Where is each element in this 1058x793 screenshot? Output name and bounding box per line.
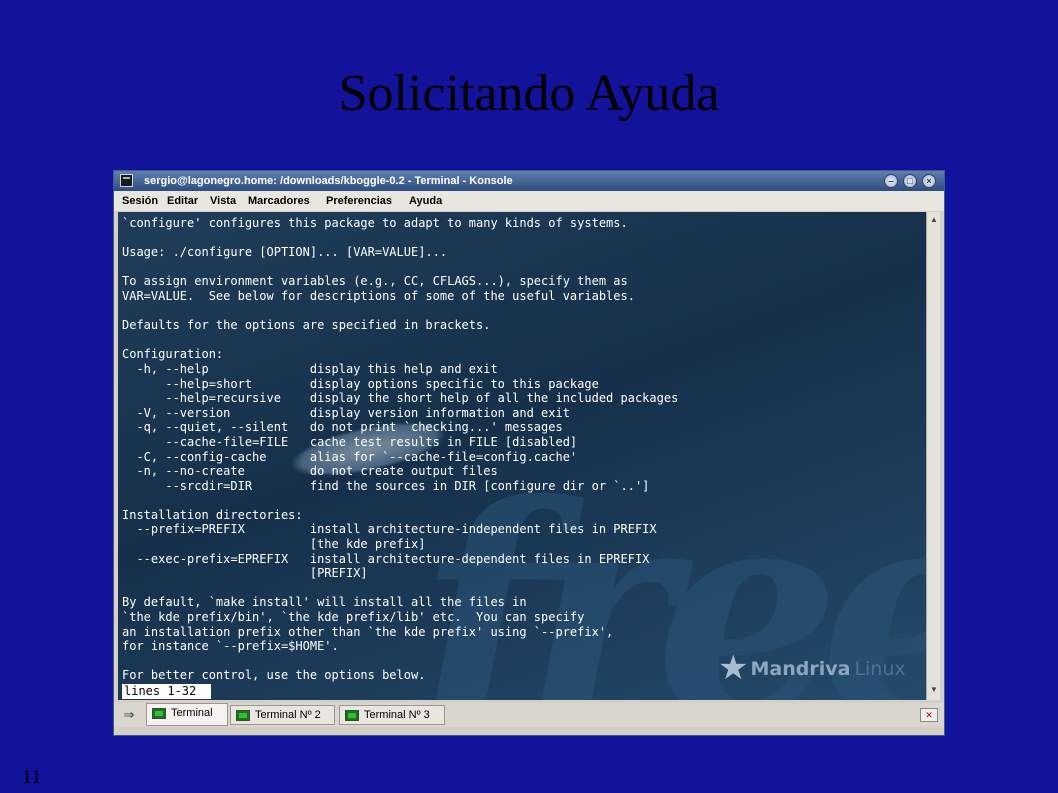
terminal-line: an installation prefix other than `the k… (122, 624, 614, 639)
terminal-line: Defaults for the options are specified i… (122, 318, 491, 333)
tab-label: Terminal Nº 3 (364, 709, 430, 721)
slide-title: Solicitando Ayuda (338, 65, 720, 122)
tab-terminal-2[interactable]: Terminal Nº 2 (230, 705, 335, 725)
terminal-line: `configure' configures this package to a… (122, 216, 628, 230)
terminal-line: Configuration: (122, 347, 224, 362)
mandriva-star-icon: ★ (718, 648, 749, 688)
menu-vista[interactable]: Vista (210, 191, 236, 211)
pager-status: lines 1-32 (122, 684, 211, 699)
tab-terminal-3[interactable]: Terminal Nº 3 (339, 705, 445, 725)
tab-label: Terminal (171, 707, 213, 719)
terminal-scrollbar[interactable]: ▲ ▼ (926, 212, 940, 700)
mandriva-logo: ★ Mandriva Linux (718, 644, 906, 688)
terminal-line: --exec-prefix=EPREFIX install architectu… (122, 551, 650, 566)
terminal-line: For better control, use the options belo… (122, 668, 426, 683)
mandriva-brand: Mandriva (750, 658, 851, 680)
terminal-line: [the kde prefix] (122, 537, 426, 552)
terminal-line: Usage: ./configure [OPTION]... [VAR=VALU… (122, 245, 448, 260)
konsole-window: sergio@lagonegro.home: /downloads/kboggl… (113, 170, 945, 736)
terminal-line: To assign environment variables (e.g., C… (122, 274, 628, 289)
window-title: sergio@lagonegro.home: /downloads/kboggl… (144, 175, 513, 187)
terminal-line: -q, --quiet, --silent do not print `chec… (122, 420, 563, 435)
maximize-button[interactable]: □ (903, 174, 917, 188)
slide-number: 11 (22, 766, 42, 788)
terminal-line: By default, `make install' will install … (122, 595, 527, 610)
terminal-line: -V, --version display version informatio… (122, 405, 570, 420)
terminal-line: --help=short display options specific to… (122, 376, 599, 391)
tab-bar: ⇒ Terminal Terminal Nº 2 Terminal Nº 3 ✕ (114, 703, 944, 727)
scroll-up-icon[interactable]: ▲ (928, 214, 940, 226)
terminal-icon (152, 708, 166, 719)
terminal-line: [PREFIX] (122, 566, 368, 581)
terminal-line: --prefix=PREFIX install architecture-ind… (122, 522, 657, 537)
terminal-line: VAR=VALUE. See below for descriptions of… (122, 288, 635, 303)
mandriva-linux: Linux (854, 658, 906, 680)
minimize-button[interactable]: – (884, 174, 898, 188)
terminal-line: Installation directories: (122, 507, 303, 522)
terminal-icon (236, 710, 250, 721)
scroll-down-icon[interactable]: ▼ (928, 684, 940, 696)
terminal-area[interactable]: free ★MandrivaLinux `configure' configur… (118, 212, 926, 700)
konsole-app-icon[interactable] (120, 174, 133, 187)
terminal-line: -C, --config-cache alias for `--cache-fi… (122, 449, 578, 464)
menu-marcadores[interactable]: Marcadores (248, 191, 310, 211)
menu-editar[interactable]: Editar (167, 191, 198, 211)
terminal-output: `configure' configures this package to a… (122, 216, 678, 683)
terminal-line: --srcdir=DIR find the sources in DIR [co… (122, 478, 650, 493)
new-tab-icon[interactable]: ⇒ (118, 707, 140, 723)
window-titlebar[interactable]: sergio@lagonegro.home: /downloads/kboggl… (114, 171, 944, 191)
terminal-icon (345, 710, 359, 721)
tab-terminal-1[interactable]: Terminal (146, 703, 228, 726)
terminal-line: -h, --help display this help and exit (122, 361, 498, 376)
terminal-line: `the kde prefix/bin', `the kde prefix/li… (122, 610, 585, 625)
menu-sesion[interactable]: Sesión (122, 191, 158, 211)
terminal-line: -n, --no-create do not create output fil… (122, 464, 498, 479)
close-button[interactable]: × (922, 174, 936, 188)
menubar: Sesión Editar Vista Marcadores Preferenc… (114, 191, 944, 211)
menu-preferencias[interactable]: Preferencias (326, 191, 392, 211)
tab-label: Terminal Nº 2 (255, 709, 321, 721)
terminal-line: --help=recursive display the short help … (122, 391, 679, 406)
terminal-line: --cache-file=FILE cache test results in … (122, 434, 578, 449)
close-tab-icon[interactable]: ✕ (920, 708, 938, 722)
terminal-line: for instance `--prefix=$HOME'. (122, 639, 339, 654)
menu-ayuda[interactable]: Ayuda (409, 191, 442, 211)
